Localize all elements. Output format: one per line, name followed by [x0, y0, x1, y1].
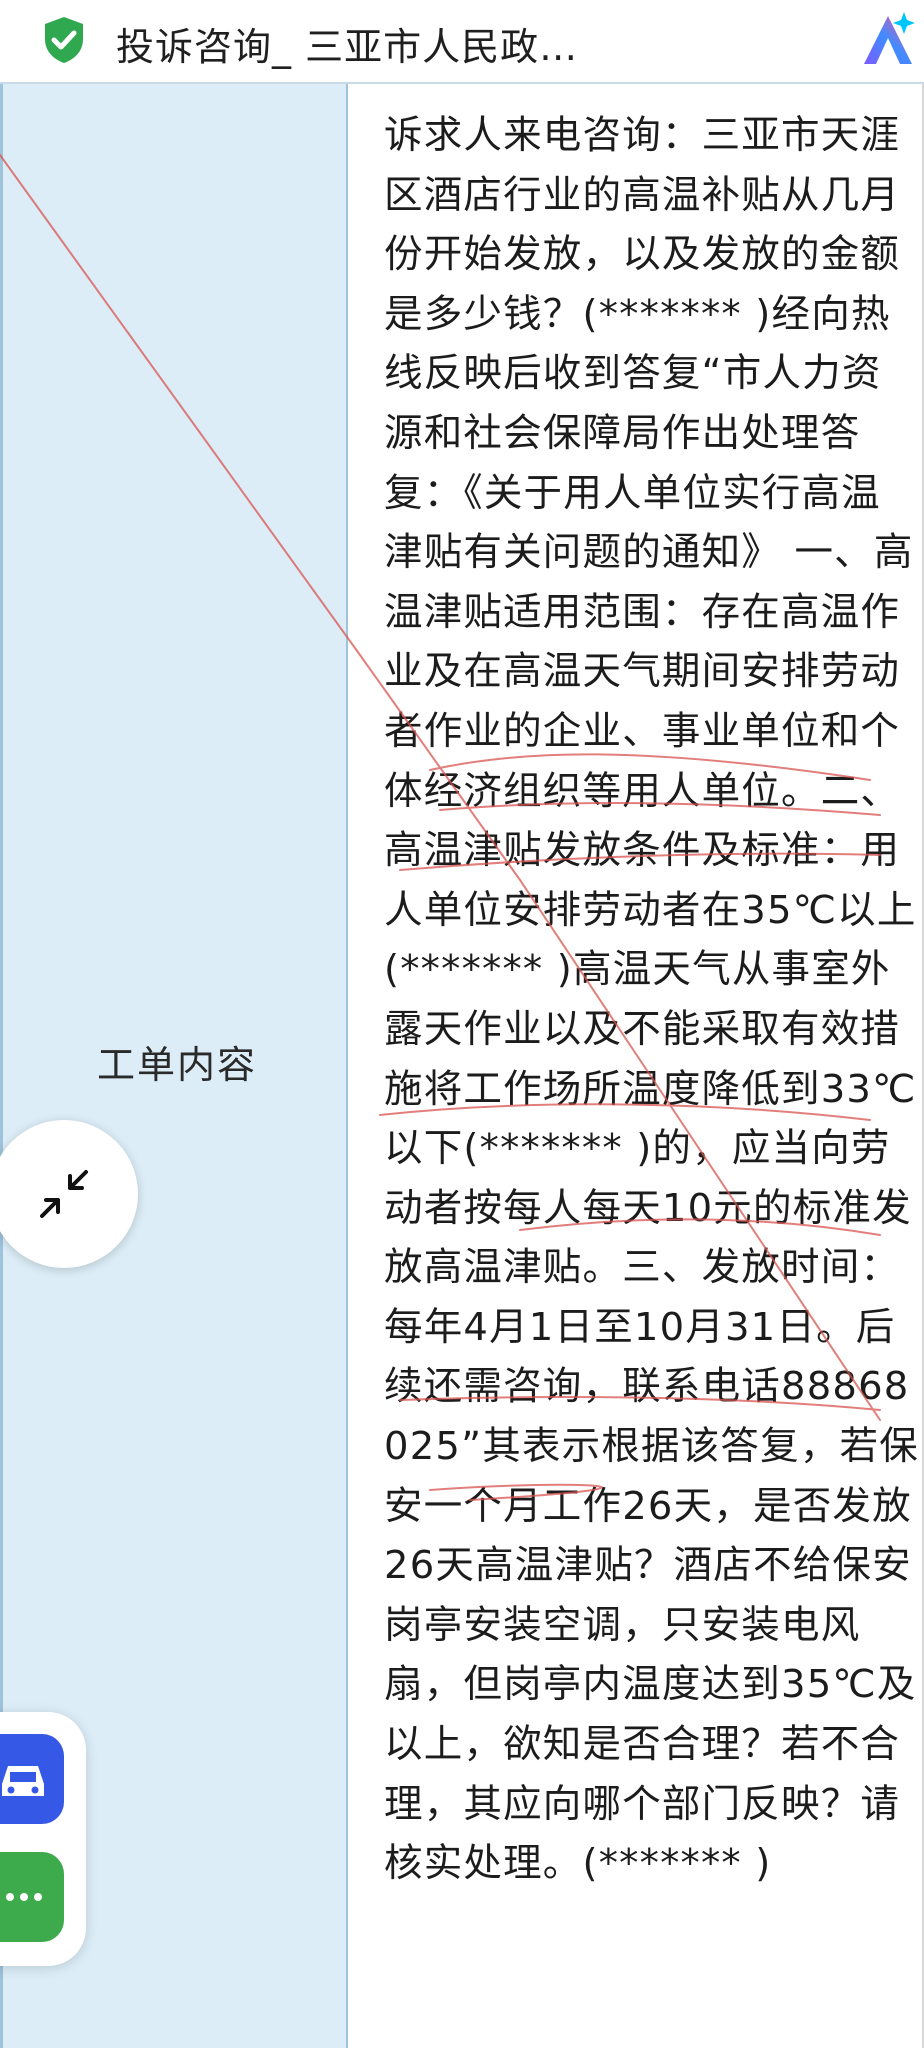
car-service-button[interactable]: [0, 1734, 64, 1824]
content-column: 诉求人来电咨询：三亚市天涯区酒店行业的高温补贴从几月份开始发放，以及发放的金额是…: [350, 84, 924, 2048]
floating-action-panel: [0, 1712, 86, 1966]
work-order-content-text: 诉求人来电咨询：三亚市天涯区酒店行业的高温补贴从几月份开始发放，以及发放的金额是…: [384, 113, 919, 1887]
work-order-content-label: 工单内容: [96, 1043, 257, 1087]
app-header: 投诉咨询_ 三亚市人民政…: [0, 0, 924, 82]
more-dots-icon: [6, 1893, 42, 1901]
ai-assistant-icon[interactable]: [858, 8, 922, 72]
shield-check-icon: [45, 17, 83, 63]
work-order-table: 工单内容 诉求人来电咨询：三亚市天涯区酒店行业的高温补贴从几月份开始发放，以及发…: [0, 82, 924, 2048]
car-icon: [2, 1766, 44, 1796]
page-title: 投诉咨询_ 三亚市人民政…: [116, 25, 579, 69]
collapse-arrows-icon: [40, 1170, 88, 1218]
more-button[interactable]: [0, 1852, 64, 1942]
